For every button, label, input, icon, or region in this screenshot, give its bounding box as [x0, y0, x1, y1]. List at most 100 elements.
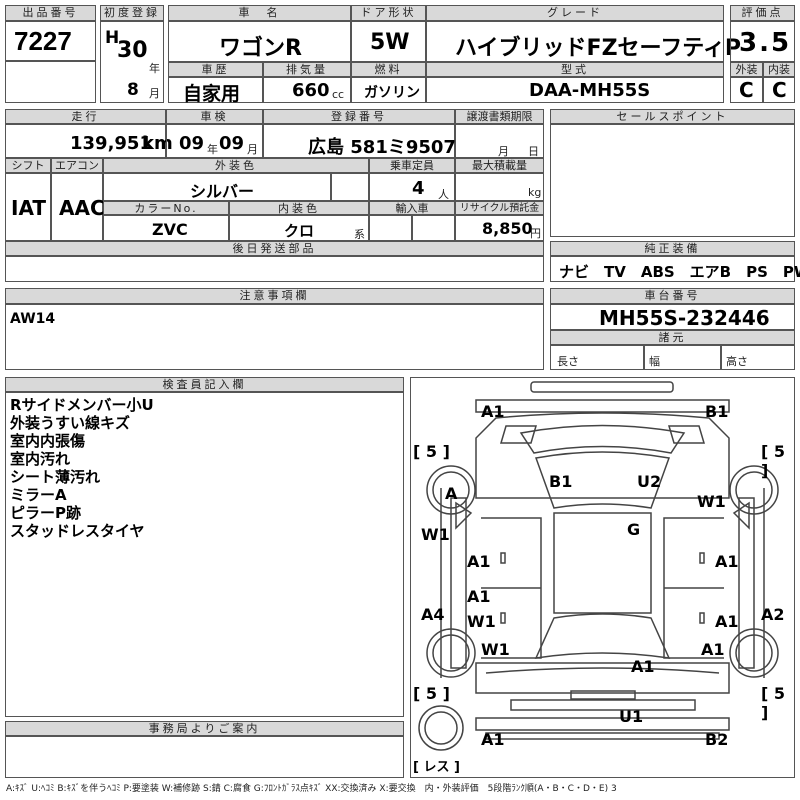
interior-unit: 系 — [354, 228, 365, 241]
capacity-unit: 人 — [438, 188, 449, 201]
mark-left-door-rear-1: A1 — [467, 587, 491, 606]
ac-label: エアコン — [51, 158, 103, 173]
length-cell: 長さ — [550, 345, 644, 370]
grade: ハイブリッドFZセーフティP — [455, 36, 742, 61]
damage-diagram: A1 B1 [ 5 ] [ 5 ] A W1 B1 U2 G W1 A1 A1 … — [410, 377, 795, 778]
mark-left-front-panel: W1 — [421, 525, 450, 544]
shift: IAT — [11, 196, 47, 220]
tire-rr-value: 5 — [773, 684, 786, 703]
interior-color: クロ — [284, 222, 315, 240]
remark-line: 室内内張傷 — [10, 432, 86, 450]
equipment: ナビ TV ABS エアB PS PW — [559, 263, 800, 281]
month-unit: 月 — [149, 87, 160, 100]
damage-legend: A:ｷｽﾞ U:ﾍｺﾐ B:ｷｽﾞを伴うﾍｺﾐ P:要塗装 W:補修跡 S:錆 … — [6, 784, 617, 794]
lot-number-cell: 7227 — [5, 21, 96, 61]
mark-rear-right: B2 — [705, 730, 729, 749]
recycle-fee: 8,850 — [482, 219, 533, 238]
recycle-cell: 8,850 円 — [455, 215, 544, 241]
caution-text: AW14 — [10, 311, 56, 327]
grade-cell: ハイブリッドFZセーフティP — [426, 21, 741, 62]
model: DAA-MH55S — [529, 80, 651, 101]
recycle-label: リサイクル預託金 — [455, 201, 544, 215]
plate-cell: 広島 581ミ9507 — [263, 124, 456, 158]
car-outline-diagram — [418, 381, 779, 751]
aircon: AAC — [59, 196, 105, 220]
color-no-cell: ZVC — [103, 215, 229, 241]
mark-front-left: A1 — [481, 402, 505, 421]
mark-left-door-front: A1 — [467, 552, 491, 571]
chassis-cell: MH55S-232446 — [550, 304, 795, 330]
displacement-label: 排気量 — [263, 62, 351, 77]
ac-cell: AAC — [51, 173, 105, 241]
displacement: 660 — [292, 80, 330, 101]
import-cell-a — [369, 215, 412, 241]
inspection-month: 09 — [219, 133, 245, 154]
load-unit: kg — [528, 186, 542, 199]
remark-line: 外装うすい線キズ — [10, 414, 131, 432]
tire-rl-value: 5 — [425, 684, 438, 703]
chassis-number: MH55S-232446 — [599, 306, 770, 330]
max-load-label: 最大積載量 — [455, 158, 544, 173]
height-label: 高さ — [726, 355, 748, 368]
width-label: 幅 — [649, 355, 660, 368]
fuel-cell: ガソリン — [351, 77, 426, 103]
mark-trunk: A1 — [631, 657, 655, 676]
remark-line: ピラーP跡 — [10, 504, 81, 522]
mileage-cell: 139,951 km — [5, 124, 173, 158]
tire-fl: [ 5 ] — [413, 442, 450, 461]
equipment-cell: ナビ TV ABS エアB PS PW — [550, 256, 800, 282]
transfer-month-unit: 月 — [498, 145, 509, 158]
transfer-day-unit: 日 — [528, 145, 539, 158]
car-name: ワゴンR — [219, 36, 302, 61]
remark-line: スタッドレスタイヤ — [10, 522, 145, 540]
caution-label: 注意事項欄 — [5, 288, 544, 304]
office-label: 事務局よりご案内 — [5, 721, 404, 736]
mark-roof: G — [627, 520, 641, 539]
score-cell: 3.5 — [730, 21, 795, 62]
inspection-cell: 09 年 09 月 — [166, 124, 263, 158]
interior-color-label: 内装色 — [229, 201, 369, 215]
car-name-cell: ワゴンR — [168, 21, 351, 62]
first-reg-cell: H 30 年 8 月 — [100, 21, 164, 103]
mark-rear-wheel-left: W1 — [481, 640, 510, 659]
transfer-label: 譲渡書類期限 — [455, 109, 544, 124]
recycle-unit: 円 — [530, 227, 541, 240]
car-name-label: 車 名 — [168, 5, 351, 21]
exterior-color: シルバー — [190, 182, 255, 201]
later-parts-cell — [5, 256, 544, 282]
inspection-year-unit: 年 — [207, 143, 218, 156]
history: 自家用 — [183, 83, 241, 105]
mark-right-door-front: A1 — [715, 552, 739, 571]
door-type: 5W — [370, 30, 410, 55]
int-grade: C — [772, 78, 787, 102]
auction-sheet: { "header": { "lot_label": "出品番号", "lot_… — [0, 0, 800, 800]
reg-month: 8 — [127, 80, 139, 100]
displacement-unit: cc — [332, 88, 345, 101]
import-cell-b — [412, 215, 455, 241]
lot-number-label: 出品番号 — [5, 5, 96, 21]
office-cell — [5, 736, 404, 778]
int-cell: C — [763, 77, 795, 103]
spare-tire-value: レス — [423, 760, 450, 775]
import-label: 輸入車 — [369, 201, 455, 215]
plate-number: 広島 581ミ9507 — [308, 137, 456, 158]
mark-rear-left: A1 — [481, 730, 505, 749]
ext-cell: C — [730, 77, 763, 103]
plate-label: 登録番号 — [263, 109, 455, 124]
ext-label: 外装 — [730, 62, 763, 77]
tire-fl-value: 5 — [425, 442, 438, 461]
capacity-label: 乗車定員 — [369, 158, 455, 173]
spec-label: 諸元 — [550, 330, 795, 345]
capacity-cell: 4 人 — [369, 173, 455, 201]
color-label: 外装色 — [103, 158, 369, 173]
inspection-month-unit: 月 — [247, 143, 258, 156]
caution-cell: AW14 — [5, 304, 544, 370]
mileage: 139,951 — [70, 133, 152, 154]
remark-line: ミラーA — [10, 486, 67, 504]
mileage-label: 走行 — [5, 109, 166, 124]
mark-right-door-rear: A1 — [715, 612, 739, 631]
color-blank — [331, 173, 369, 201]
remark-line: シート薄汚れ — [10, 468, 101, 486]
mark-rear-wheel-right: A1 — [701, 640, 725, 659]
width-cell: 幅 — [644, 345, 721, 370]
